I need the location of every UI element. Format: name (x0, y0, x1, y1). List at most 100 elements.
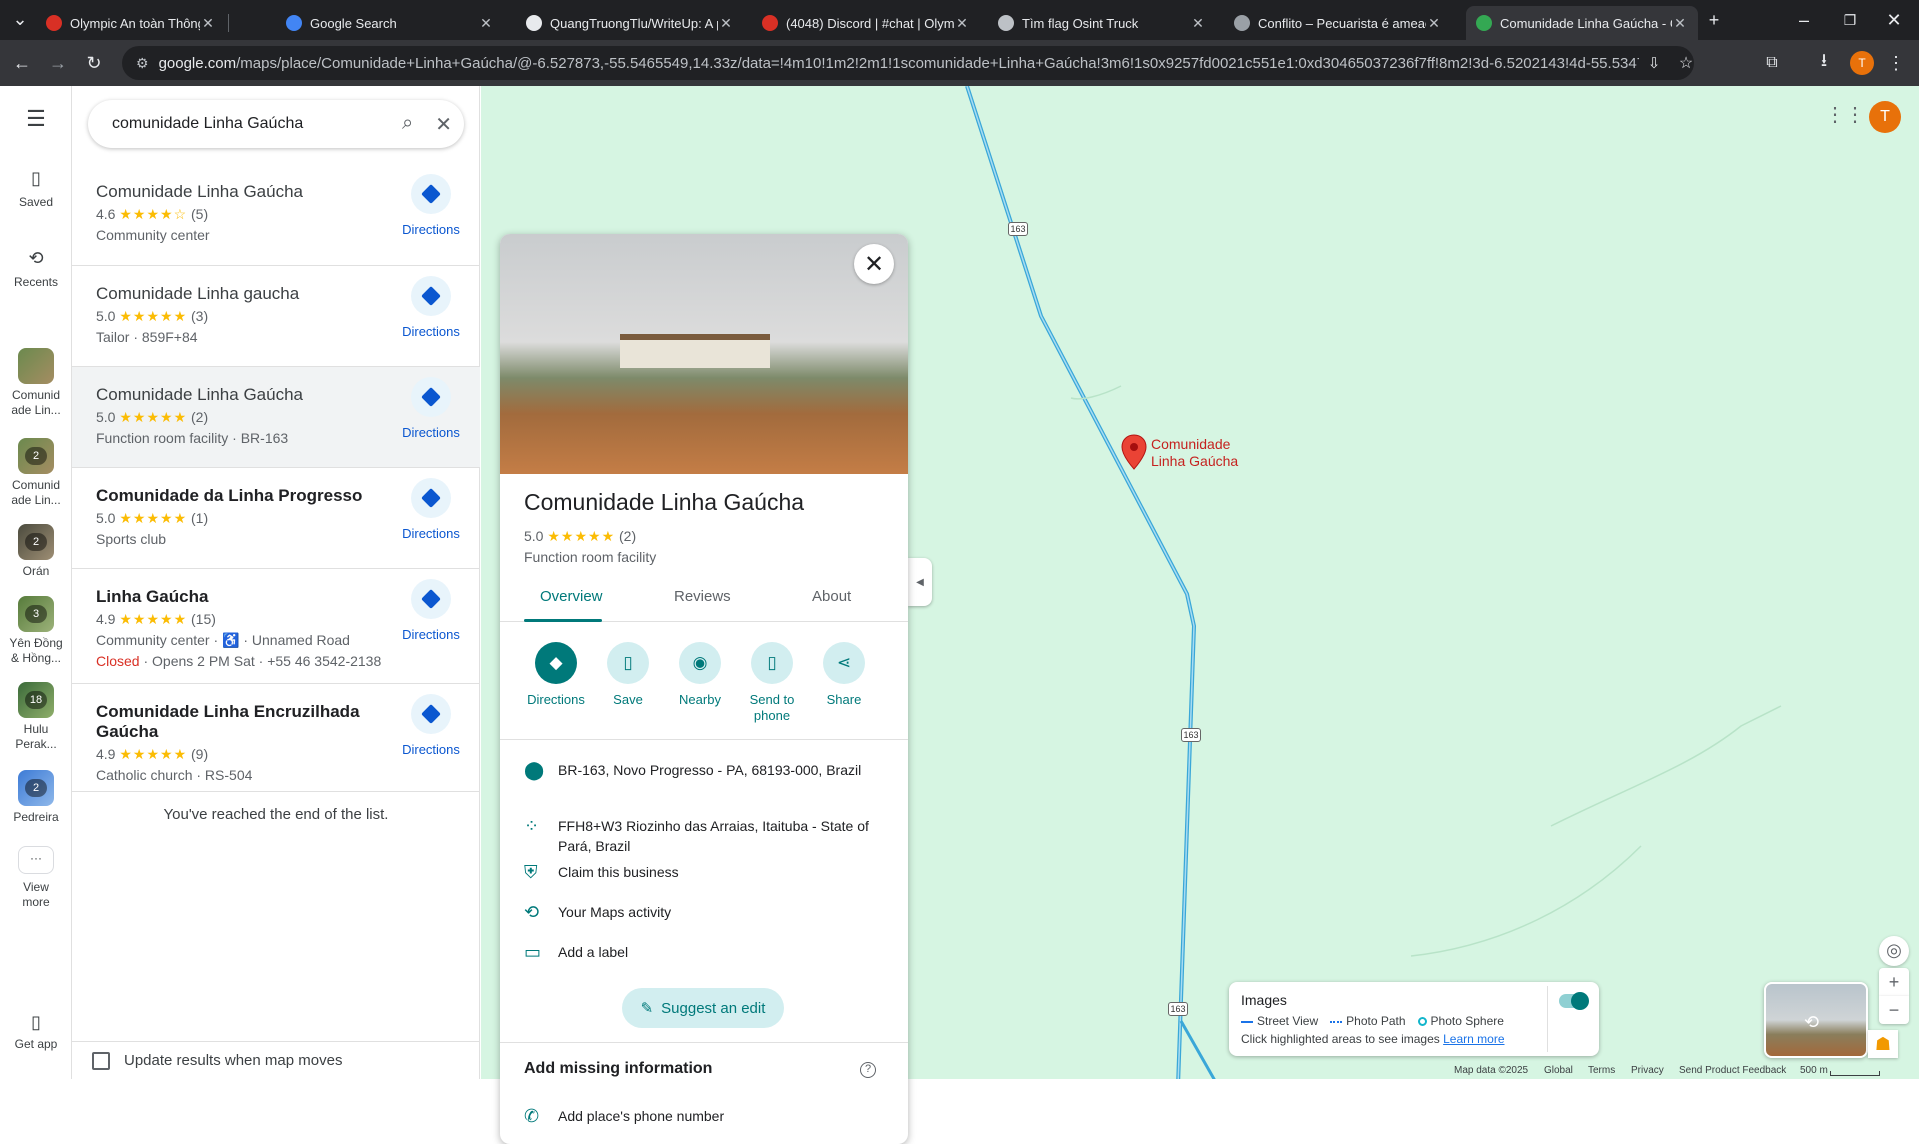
close-icon[interactable]: ✕ (854, 244, 894, 284)
rail-history-item[interactable]: 3 Yên Đồng & Hồng... (0, 596, 72, 666)
tab-close-icon[interactable]: ✕ (1190, 15, 1206, 32)
directions-button[interactable]: Directions (396, 174, 466, 237)
add-phone-row[interactable]: ✆ Add place's phone number (500, 1106, 908, 1126)
profile-avatar[interactable]: T (1850, 51, 1874, 75)
new-tab-icon[interactable]: + (1700, 6, 1728, 34)
learn-more-link[interactable]: Learn more (1443, 1032, 1504, 1046)
images-layer-panel[interactable]: Images Street View Photo Path Photo Sphe… (1229, 982, 1599, 1056)
more-icon: ··· (18, 846, 54, 874)
browser-tab-active[interactable]: Comunidade Linha Gaúcha - Go ✕ (1466, 6, 1698, 40)
extension-icon[interactable]: ⧉ (1758, 49, 1786, 77)
directions-button[interactable]: Directions (396, 377, 466, 440)
zoom-in-button[interactable]: + (1879, 968, 1909, 996)
account-avatar[interactable]: T (1869, 101, 1901, 133)
tab-close-icon[interactable]: ✕ (954, 15, 970, 32)
tab-close-icon[interactable]: ✕ (478, 15, 494, 32)
maps-activity-row[interactable]: ⟲ Your Maps activity (500, 902, 908, 922)
rail-get-app[interactable]: ▯ Get app (0, 1012, 72, 1051)
rail-recents[interactable]: ⟲ Recents (0, 248, 72, 289)
directions-button[interactable]: Directions (396, 694, 466, 757)
directions-button[interactable]: Directions (396, 478, 466, 541)
apps-grid-icon[interactable]: ⋮⋮⋮ (1825, 102, 1885, 126)
bookmark-star-icon[interactable]: ☆ (1672, 49, 1700, 77)
rail-saved[interactable]: ▯ Saved (0, 168, 72, 209)
plus-code-row[interactable]: ⁘ FFH8+W3 Riozinho das Arraias, Itaituba… (500, 816, 908, 856)
send-to-phone-button[interactable]: ▯ Send to phone (736, 642, 808, 724)
tab-search-chevron-icon[interactable]: ⌄ (6, 5, 34, 33)
images-toggle[interactable] (1559, 992, 1589, 1010)
list-item[interactable]: Comunidade Linha Gaúcha 4.6 ★★★★☆ (5) Co… (72, 164, 480, 266)
place-rating[interactable]: 5.0 ★★★★★ (2) (524, 528, 636, 545)
restore-icon[interactable]: ❐ (1836, 6, 1864, 34)
install-app-icon[interactable]: ⇩ (1640, 49, 1668, 77)
tab-reviews[interactable]: Reviews (674, 588, 731, 605)
directions-button[interactable]: Directions (396, 579, 466, 642)
download-icon[interactable]: ⭳ (1810, 49, 1838, 77)
list-item[interactable]: Comunidade Linha gaucha 5.0 ★★★★★ (3) Ta… (72, 266, 480, 367)
my-location-icon[interactable]: ◎ (1879, 936, 1909, 966)
directions-button[interactable]: Directions (396, 276, 466, 339)
zoom-out-button[interactable]: − (1879, 996, 1909, 1024)
rail-history-item[interactable]: 2 Orán (0, 524, 72, 578)
search-input[interactable]: comunidade Linha Gaúcha ⌕ ✕ (88, 100, 464, 148)
scale-bar (1830, 1071, 1880, 1076)
update-results-checkbox[interactable]: Update results when map moves (72, 1041, 480, 1079)
browser-tab[interactable]: Conflito – Pecuarista é ameaça ✕ (1224, 6, 1452, 40)
directions-icon (411, 377, 451, 417)
rating-stars: ★★★★★ (119, 308, 188, 324)
share-button[interactable]: ⋖ Share (808, 642, 880, 708)
map-pin-icon[interactable] (1121, 434, 1147, 470)
browser-tab[interactable]: (4048) Discord | #chat | Olympi ✕ (752, 6, 980, 40)
list-item[interactable]: Comunidade Linha Encruzilhada Gaúcha 4.9… (72, 684, 480, 792)
place-category[interactable]: Function room facility (524, 549, 656, 565)
browser-menu-icon[interactable]: ⋮ (1882, 49, 1910, 77)
collapse-panel-button[interactable]: ◀ (908, 558, 932, 606)
browser-tab[interactable]: Tìm flag Osint Truck ✕ (988, 6, 1216, 40)
tab-indicator (524, 619, 602, 622)
tab-about[interactable]: About (812, 588, 851, 605)
menu-icon[interactable]: ☰ (0, 106, 72, 132)
reload-icon[interactable]: ↻ (80, 49, 108, 77)
place-photo[interactable]: ✕ (500, 234, 908, 474)
place-tabs: Overview Reviews About (500, 574, 908, 622)
results-panel: comunidade Linha Gaúcha ⌕ ✕ Comunidade L… (72, 86, 480, 1079)
minimize-icon[interactable]: – (1790, 6, 1818, 34)
rail-history-item[interactable]: 18 Hulu Perak... (0, 682, 72, 752)
rail-view-more[interactable]: ··· View more (0, 846, 72, 910)
directions-button[interactable]: ◆ Directions (520, 642, 592, 708)
add-label-row[interactable]: ▭ Add a label (500, 942, 908, 962)
browser-tab[interactable]: QuangTruongTlu/WriteUp: A pl ✕ (516, 6, 744, 40)
tab-close-icon[interactable]: ✕ (1426, 15, 1442, 32)
help-icon[interactable]: ? (860, 1062, 876, 1078)
tab-close-icon[interactable]: ✕ (718, 15, 734, 32)
list-item-selected[interactable]: Comunidade Linha Gaúcha 5.0 ★★★★★ (2) Fu… (72, 367, 480, 468)
rail-history-item[interactable]: 2 Comunid ade Lin... (0, 438, 72, 508)
rail-history-item[interactable]: 2 Pedreira (0, 770, 72, 824)
tab-close-icon[interactable]: ✕ (200, 15, 216, 32)
suggest-edit-button[interactable]: ✎ Suggest an edit (622, 988, 784, 1028)
pegman-icon[interactable]: ☗ (1868, 1030, 1898, 1058)
address-bar[interactable]: ⚙ google.com/maps/place/Comunidade+Linha… (122, 46, 1694, 80)
clear-search-icon[interactable]: ✕ (435, 112, 452, 137)
tab-close-icon[interactable]: ✕ (1672, 15, 1688, 32)
browser-tab[interactable]: Olympic An toàn Thông tin cấp ✕ (36, 6, 226, 40)
rail-history-item[interactable]: Comunid ade Lin... (0, 348, 72, 418)
street-view-thumbnail[interactable]: ⟲ (1764, 982, 1868, 1058)
claim-business-row[interactable]: ⛨ Claim this business (500, 862, 908, 882)
list-item[interactable]: Linha Gaúcha 4.9 ★★★★★ (15) Community ce… (72, 569, 480, 684)
list-item[interactable]: Comunidade da Linha Progresso 5.0 ★★★★★ … (72, 468, 480, 569)
window-close-icon[interactable]: ✕ (1880, 6, 1908, 34)
tab-overview[interactable]: Overview (540, 588, 603, 605)
browser-tab[interactable]: Google Search ✕ (276, 6, 504, 40)
forward-icon[interactable]: → (44, 49, 72, 77)
nearby-button[interactable]: ◉ Nearby (664, 642, 736, 708)
search-icon[interactable]: ⌕ (402, 112, 413, 137)
pin-label[interactable]: Comunidade Linha Gaúcha (1151, 436, 1251, 470)
route-shield: 163 (1008, 222, 1028, 236)
back-icon[interactable]: ← (8, 49, 36, 77)
save-button[interactable]: ▯ Save (592, 642, 664, 708)
site-info-icon[interactable]: ⚙ (136, 55, 149, 72)
address-row[interactable]: ⬤ BR-163, Novo Progresso - PA, 68193-000… (500, 760, 908, 780)
closed-status: Closed (96, 653, 140, 669)
rating-stars: ★★★★★ (547, 528, 616, 544)
